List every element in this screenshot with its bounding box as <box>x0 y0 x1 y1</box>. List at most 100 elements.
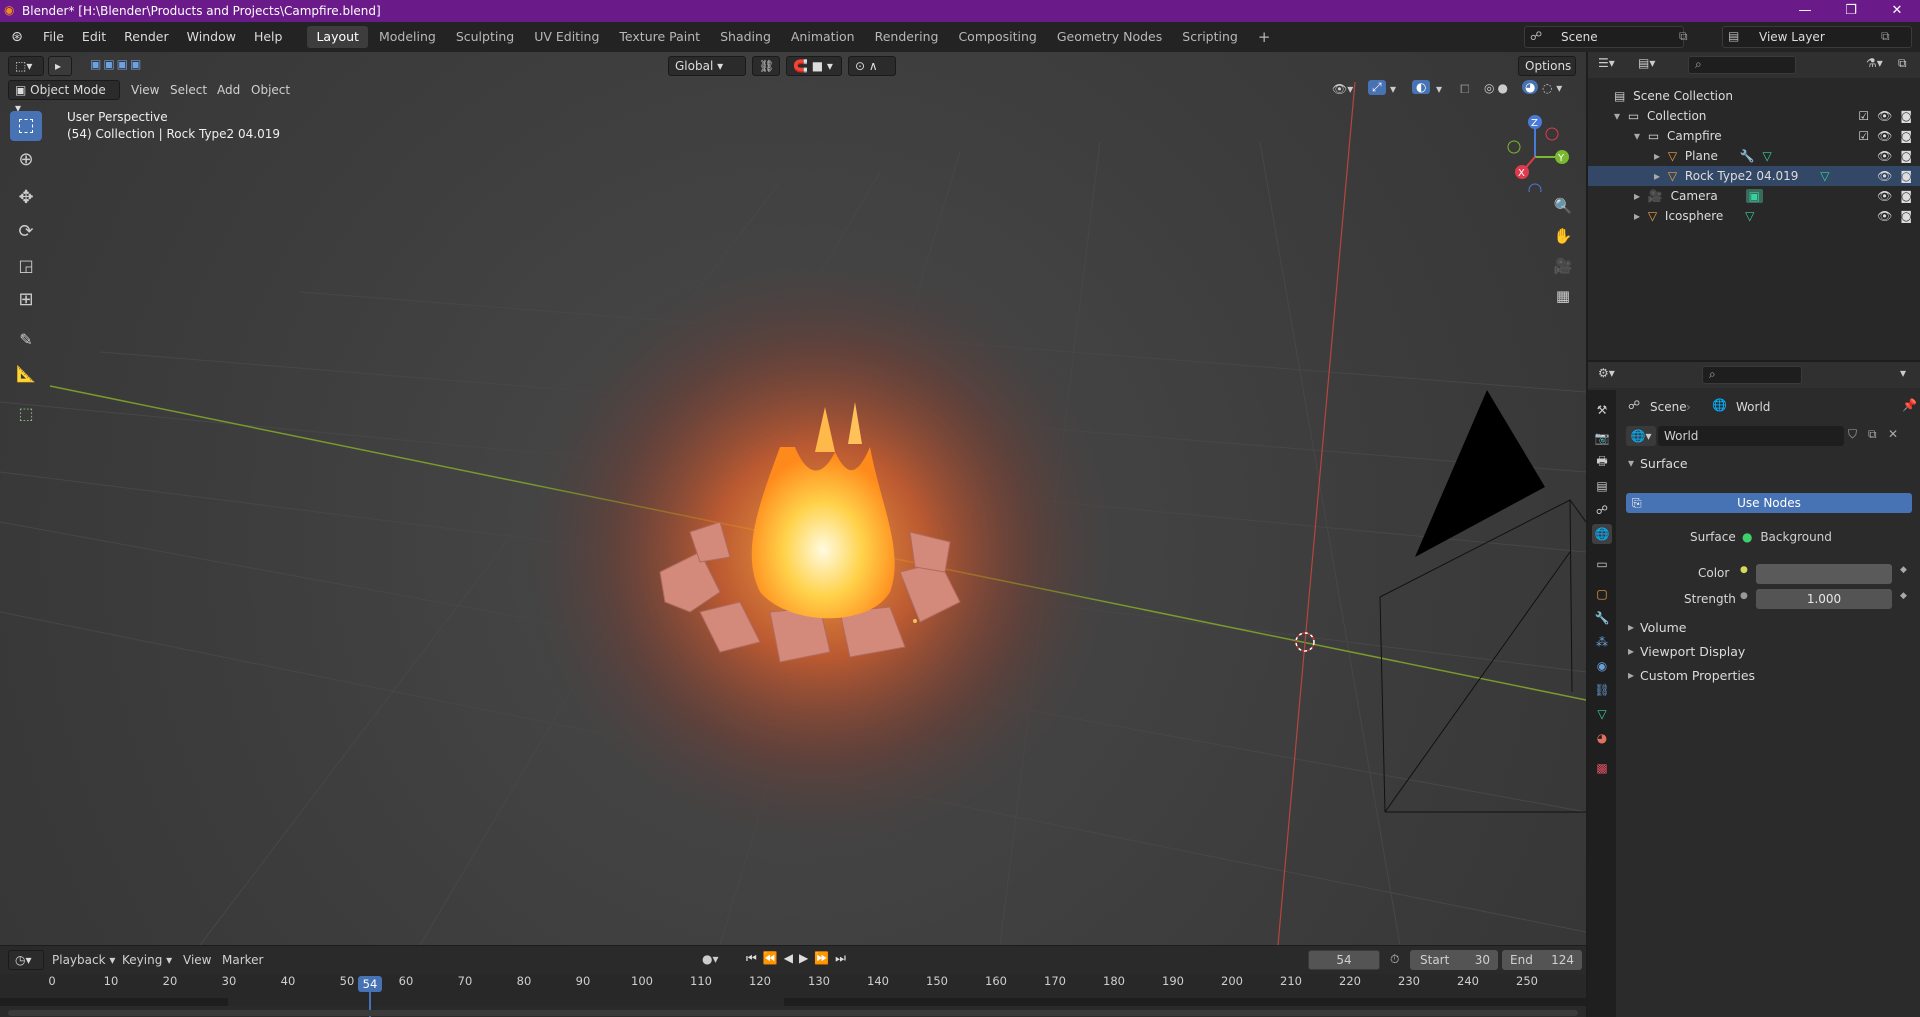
measure-tool[interactable]: 📐 <box>10 358 42 388</box>
properties-search-input[interactable]: ⌕ <box>1702 366 1802 384</box>
minimize-button[interactable]: — <box>1782 0 1828 22</box>
viewport-display-panel-header[interactable]: Viewport Display <box>1640 644 1745 659</box>
menu-object[interactable]: Object <box>251 83 290 97</box>
modifier-tab-icon[interactable]: 🔧 <box>1592 608 1612 628</box>
rendered-shading-icon[interactable]: ◌ ▾ <box>1542 81 1562 95</box>
surface-shader-field[interactable]: ● Background <box>1738 527 1898 547</box>
expand-arrow-icon[interactable]: ▸ <box>1634 189 1640 203</box>
viewport-display-expand-icon[interactable]: ▸ <box>1628 644 1634 658</box>
expand-arrow-icon[interactable]: ▾ <box>1634 129 1640 143</box>
menu-edit[interactable]: Edit <box>73 22 115 52</box>
pivot-icon[interactable]: ⛓ <box>752 56 780 76</box>
camera-render-icon[interactable]: ◙ <box>1900 186 1912 206</box>
exclude-checkbox-icon[interactable]: ☑ <box>1858 126 1869 146</box>
texture-tab-icon[interactable]: ▩ <box>1592 758 1612 778</box>
eye-icon[interactable]: 👁 <box>1877 166 1892 186</box>
object-tab-icon[interactable]: ▢ <box>1592 584 1612 604</box>
tab-uv-editing[interactable]: UV Editing <box>525 26 608 48</box>
constraints-tab-icon[interactable]: ⛓ <box>1592 680 1612 700</box>
strength-field[interactable]: 1.000 <box>1756 589 1892 609</box>
expand-arrow-icon[interactable]: ▾ <box>1614 109 1620 123</box>
pan-hand-icon[interactable]: ✋ <box>1549 222 1577 250</box>
view-layer-selector[interactable]: ▤ View Layer ⧉ <box>1722 26 1912 48</box>
menu-add[interactable]: Add <box>217 83 240 97</box>
material-preview-icon[interactable]: ◕ <box>1522 80 1539 94</box>
tab-compositing[interactable]: Compositing <box>949 26 1045 48</box>
camera-render-icon[interactable]: ◙ <box>1900 166 1912 186</box>
collection-tab-icon[interactable]: ▭ <box>1592 554 1612 574</box>
editor-type-icon[interactable]: ⬚▾ <box>8 56 44 76</box>
custom-properties-expand-icon[interactable]: ▸ <box>1628 668 1634 682</box>
menu-file[interactable]: File <box>34 22 73 52</box>
select-box-tool[interactable] <box>10 111 42 141</box>
volume-expand-icon[interactable]: ▸ <box>1628 620 1634 634</box>
tab-modeling[interactable]: Modeling <box>370 26 445 48</box>
overlay-toggle-icon[interactable]: ◐ <box>1412 80 1431 94</box>
menu-view[interactable]: View <box>131 83 159 97</box>
render-tab-icon[interactable]: 📷 <box>1592 428 1612 448</box>
pin-icon[interactable]: 📌 <box>1902 398 1917 412</box>
filter-icon[interactable]: ⚗▾ <box>1866 56 1883 70</box>
playhead-label[interactable]: 54 <box>358 976 382 992</box>
overlay-dropdown-icon[interactable]: ▾ <box>1436 82 1442 96</box>
proportional-edit-icon[interactable]: ⊙ ∧ <box>848 56 896 76</box>
timeline-scrollbar[interactable] <box>8 1010 1578 1016</box>
new-scene-icon[interactable]: ⧉ <box>1679 29 1688 44</box>
tool-tab-icon[interactable]: ⚒ <box>1592 400 1612 420</box>
expand-arrow-icon[interactable]: ▸ <box>1634 209 1640 223</box>
keyframe-dot-icon[interactable]: ◆ <box>1900 591 1907 601</box>
outliner-item-collection[interactable]: ▾ ▭ Collection ☑ 👁 ◙ <box>1588 106 1920 126</box>
camera-render-icon[interactable]: ◙ <box>1900 106 1912 126</box>
data-tab-icon[interactable]: ▽ <box>1592 704 1612 724</box>
keyframe-dot-icon[interactable]: ◆ <box>1900 565 1907 575</box>
navigation-gizmo[interactable]: Z Y X <box>1490 112 1570 192</box>
physics-tab-icon[interactable]: ◉ <box>1592 656 1612 676</box>
selection-mode-icons[interactable]: ▣▣▣▣ <box>90 57 143 71</box>
duplicate-icon[interactable]: ⧉ <box>1868 427 1877 442</box>
eye-icon[interactable]: 👁 <box>1877 146 1892 166</box>
perspective-grid-icon[interactable]: ▦ <box>1549 282 1577 310</box>
custom-properties-panel-header[interactable]: Custom Properties <box>1640 668 1755 683</box>
properties-editor-icon[interactable]: ⚙▾ <box>1598 366 1615 380</box>
volume-panel-header[interactable]: Volume <box>1640 620 1687 635</box>
particles-tab-icon[interactable]: ⁂ <box>1592 632 1612 652</box>
eye-icon[interactable]: 👁 <box>1877 106 1892 126</box>
view-layer-tab-icon[interactable]: ▤ <box>1592 476 1612 496</box>
gizmo-toggle-icon[interactable]: ⤢ <box>1368 80 1386 95</box>
mode-dropdown[interactable]: ▣ Object Mode ▾ <box>8 80 120 115</box>
outliner-item-camera[interactable]: ▸ 🎥 Camera ▣ 👁 ◙ <box>1588 186 1920 206</box>
tab-scripting[interactable]: Scripting <box>1173 26 1247 48</box>
cursor-tool[interactable]: ⊕ <box>10 144 42 174</box>
new-view-layer-icon[interactable]: ⧉ <box>1881 29 1890 44</box>
camera-render-icon[interactable]: ◙ <box>1900 126 1912 146</box>
menu-window[interactable]: Window <box>178 22 245 52</box>
transform-orientation-dropdown[interactable]: Global ▾ <box>668 56 746 76</box>
menu-render[interactable]: Render <box>115 22 178 52</box>
visibility-icon[interactable]: 👁▾ <box>1332 82 1353 96</box>
camera-render-icon[interactable]: ◙ <box>1900 146 1912 166</box>
select-mode-icon[interactable]: ▸ <box>48 56 72 76</box>
eye-icon[interactable]: 👁 <box>1877 186 1892 206</box>
options-dropdown[interactable]: Options ▾ <box>1518 56 1576 91</box>
close-button[interactable]: ✕ <box>1874 0 1920 22</box>
world-name-field[interactable]: World <box>1658 426 1844 446</box>
transform-tool[interactable]: ⊞ <box>10 284 42 314</box>
scene-selector[interactable]: ☍ Scene ⧉ <box>1524 26 1688 48</box>
eye-icon[interactable]: 👁 <box>1877 206 1892 226</box>
outliner-search-input[interactable]: ⌕ <box>1688 56 1796 74</box>
add-workspace-button[interactable]: + <box>1249 26 1280 48</box>
surface-panel-header[interactable]: Surface <box>1640 456 1688 471</box>
expand-arrow-icon[interactable]: ▸ <box>1654 149 1660 163</box>
camera-render-icon[interactable]: ◙ <box>1900 206 1912 226</box>
fake-user-shield-icon[interactable]: ⛉ <box>1848 427 1857 442</box>
tab-sculpting[interactable]: Sculpting <box>447 26 523 48</box>
camera-view-icon[interactable]: 🎥 <box>1549 252 1577 280</box>
menu-help[interactable]: Help <box>245 22 292 52</box>
world-tab-icon[interactable]: 🌐 <box>1592 524 1612 544</box>
scene-tab-icon[interactable]: ☍ <box>1592 500 1612 520</box>
outliner-item-plane[interactable]: ▸ ▽ Plane 🔧 ▽ 👁 ◙ <box>1588 146 1920 166</box>
outliner-item-rock[interactable]: ▸ ▽ Rock Type2 04.019 ▽ 👁 ◙ <box>1588 166 1920 186</box>
move-tool[interactable]: ✥ <box>10 182 42 212</box>
surface-expand-icon[interactable]: ▾ <box>1628 456 1634 470</box>
tab-layout[interactable]: Layout <box>307 26 368 48</box>
